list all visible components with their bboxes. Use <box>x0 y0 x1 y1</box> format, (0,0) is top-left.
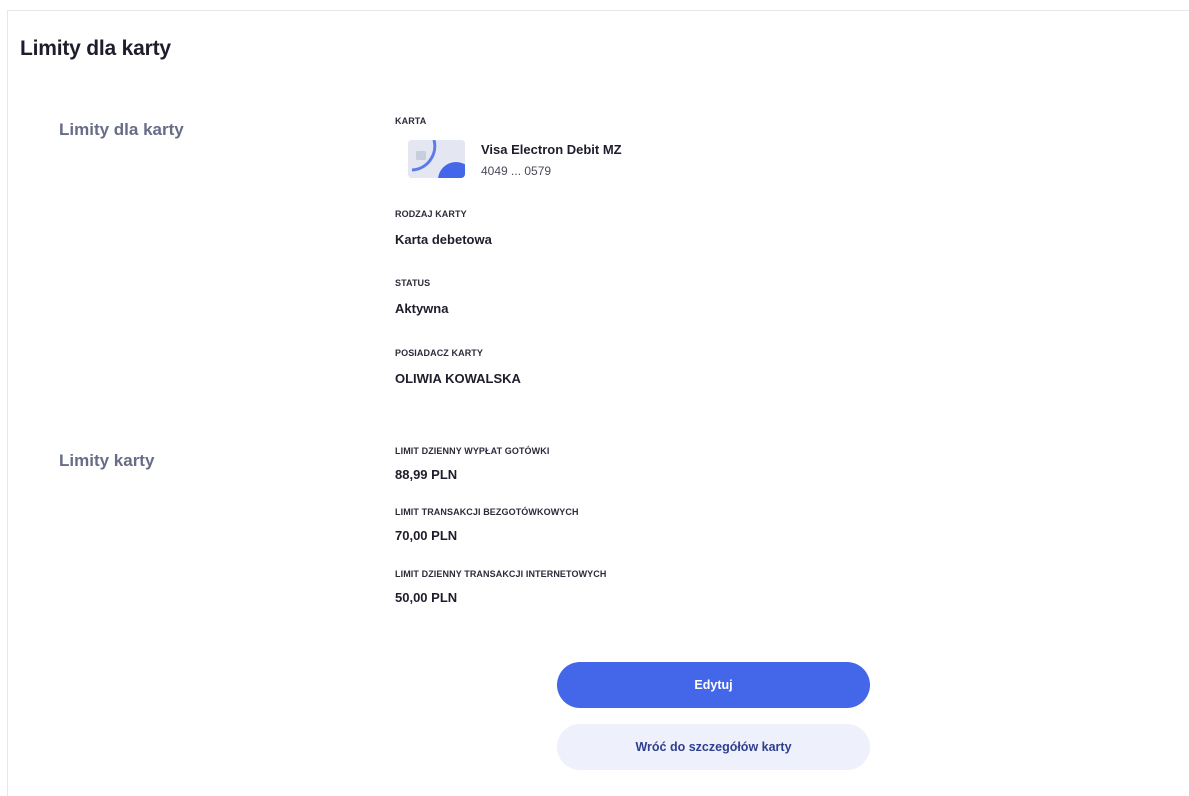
card-limits-panel: Limity dla karty Limity dla karty KARTA … <box>7 10 1189 796</box>
limit-cash-value: 88,99 PLN <box>395 467 458 482</box>
limit-cash-label: LIMIT DZIENNY WYPŁAT GOTÓWKI <box>395 446 550 456</box>
card-label: KARTA <box>395 116 427 126</box>
status-value: Aktywna <box>395 301 449 316</box>
edit-button[interactable]: Edytuj <box>557 662 870 708</box>
limit-internet-label: LIMIT DZIENNY TRANSAKCJI INTERNETOWYCH <box>395 569 607 579</box>
card-holder-value: OLIWIA KOWALSKA <box>395 371 521 386</box>
card-details-section-title: Limity dla karty <box>59 120 184 139</box>
back-to-card-details-button[interactable]: Wróć do szczegółów karty <box>557 724 870 770</box>
card-image <box>408 140 465 178</box>
limit-cashless-label: LIMIT TRANSAKCJI BEZGOTÓWKOWYCH <box>395 507 579 517</box>
limit-internet-value: 50,00 PLN <box>395 590 458 605</box>
card-type-value: Karta debetowa <box>395 232 492 247</box>
card-name: Visa Electron Debit MZ <box>481 142 622 157</box>
card-type-label: RODZAJ KARTY <box>395 209 467 219</box>
page-title: Limity dla karty <box>20 37 171 60</box>
limit-cashless-value: 70,00 PLN <box>395 528 458 543</box>
card-holder-label: POSIADACZ KARTY <box>395 348 484 358</box>
card-number: 4049 ... 0579 <box>481 164 552 178</box>
card-graphic-icon <box>408 140 465 178</box>
card-limits-section-title: Limity karty <box>59 451 155 470</box>
status-label: STATUS <box>395 278 431 288</box>
